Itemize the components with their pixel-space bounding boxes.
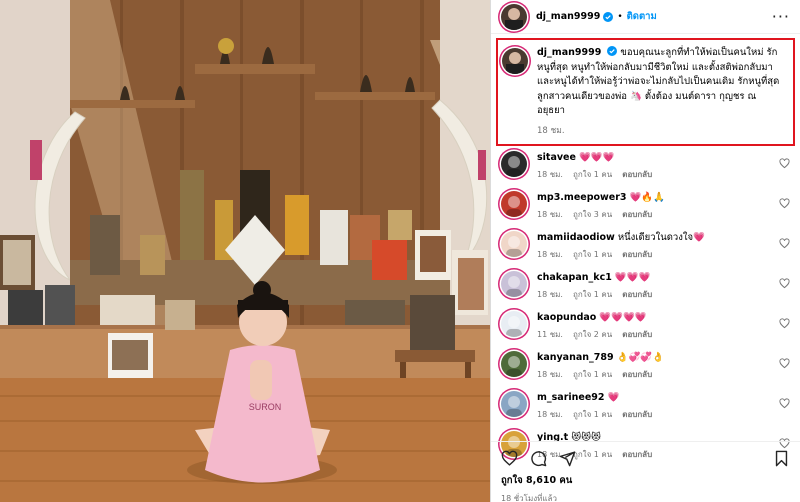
bookmark-icon[interactable] <box>773 450 790 467</box>
comment-text: หนึ่งเดียวในดวงใจ💗 <box>617 232 705 243</box>
author-username[interactable]: dj_man9999 <box>536 11 600 22</box>
comment-text: 💗💗💗💗 <box>599 312 647 323</box>
verified-badge-icon <box>607 46 618 56</box>
follow-button[interactable]: ติดตาม <box>627 9 657 24</box>
reply-button[interactable]: ตอบกลับ <box>622 210 652 219</box>
post-time: 18 ชั่วโมงที่แล้ว <box>501 494 557 502</box>
post-photo[interactable]: SURON <box>0 0 490 502</box>
commenter-username[interactable]: kaopundao <box>537 312 596 323</box>
avatar-image <box>506 276 522 297</box>
comment-like-heart-icon[interactable] <box>779 318 790 329</box>
caption-avatar[interactable] <box>502 48 528 74</box>
avatar-image <box>506 396 522 417</box>
avatar-image <box>506 52 524 74</box>
commenter-username[interactable]: chakapan_kc1 <box>537 272 612 283</box>
comment-item: kanyanan_789 👌💞💞👌 18 ชม. ถูกใจ 1 คน ตอบกลับ <box>501 346 790 386</box>
commenter-username[interactable]: sitavee <box>537 152 576 163</box>
commenter-username[interactable]: kanyanan_789 <box>537 352 614 363</box>
avatar-image <box>506 196 522 217</box>
comment-likes[interactable]: ถูกใจ 1 คน <box>573 290 612 299</box>
comment-likes[interactable]: ถูกใจ 3 คน <box>573 210 612 219</box>
comment-item: mp3.meepower3 💗🔥🙏 18 ชม. ถูกใจ 3 คน ตอบกลับ <box>501 186 790 226</box>
comment-like-heart-icon[interactable] <box>779 358 790 369</box>
comment-like-heart-icon[interactable] <box>779 158 790 169</box>
post-image: SURON <box>0 0 490 502</box>
commenter-username[interactable]: mamiidaodiow <box>537 232 615 243</box>
avatar-image <box>506 356 522 377</box>
comment-time: 18 ชม. <box>537 210 563 219</box>
comment-text: 💗💗💗 <box>614 272 651 283</box>
verified-badge-icon <box>603 11 614 22</box>
comment-like-heart-icon[interactable] <box>779 278 790 289</box>
avatar-image <box>506 236 522 257</box>
comment-likes[interactable]: ถูกใจ 2 คน <box>573 330 612 339</box>
commenter-avatar[interactable] <box>501 231 527 257</box>
comment-item: sitavee 💗💗💗 18 ชม. ถูกใจ 1 คน ตอบกลับ <box>501 146 790 186</box>
comment-item: kaopundao 💗💗💗💗 11 ชม. ถูกใจ 2 คน ตอบกลับ <box>501 306 790 346</box>
comment-likes[interactable]: ถูกใจ 1 คน <box>573 170 612 179</box>
avatar-image <box>506 316 522 337</box>
commenter-username[interactable]: mp3.meepower3 <box>537 192 627 203</box>
avatar-image <box>506 156 522 177</box>
share-icon[interactable] <box>559 450 576 467</box>
comment-likes[interactable]: ถูกใจ 1 คน <box>573 410 612 419</box>
comment-like-heart-icon[interactable] <box>779 238 790 249</box>
commenter-avatar[interactable] <box>501 191 527 217</box>
caption-username[interactable]: dj_man9999 <box>537 47 601 58</box>
reply-button[interactable]: ตอบกลับ <box>622 170 652 179</box>
comment-like-heart-icon[interactable] <box>779 398 790 409</box>
commenter-username[interactable]: m_sarinee92 <box>537 392 605 403</box>
comment-time: 18 ชม. <box>537 250 563 259</box>
comment-text: 👌💞💞👌 <box>616 352 664 363</box>
comment-like-heart-icon[interactable] <box>779 198 790 209</box>
svg-text:SURON: SURON <box>249 402 282 412</box>
avatar-image <box>505 7 523 30</box>
commenter-avatar[interactable] <box>501 391 527 417</box>
caption-time: 18 ชม. <box>537 125 565 136</box>
separator-dot: • <box>617 11 623 22</box>
comments-list: sitavee 💗💗💗 18 ชม. ถูกใจ 1 คน ตอบกลับ mp3.me… <box>491 146 800 466</box>
post-sidebar: dj_man9999 • ติดตาม ··· dj_man9999 ขอบคุ… <box>490 0 800 502</box>
comment-item: m_sarinee92 💗 18 ชม. ถูกใจ 1 คน ตอบกลับ <box>501 386 790 426</box>
commenter-avatar[interactable] <box>501 151 527 177</box>
comment-time: 18 ชม. <box>537 370 563 379</box>
caption: dj_man9999 ขอบคุณนะลูกที่ทำให้พ่อเป็นคนใ… <box>537 46 787 138</box>
comment-text: 💗 <box>607 392 620 403</box>
post-header: dj_man9999 • ติดตาม ··· <box>491 0 800 34</box>
reply-button[interactable]: ตอบกลับ <box>622 330 652 339</box>
comment-time: 18 ชม. <box>537 290 563 299</box>
more-horizontal-icon[interactable]: ··· <box>772 8 790 24</box>
commenter-avatar[interactable] <box>501 351 527 377</box>
reply-button[interactable]: ตอบกลับ <box>622 410 652 419</box>
comment-item: mamiidaodiow หนึ่งเดียวในดวงใจ💗 18 ชม. ถูก… <box>501 226 790 266</box>
like-count[interactable]: ถูกใจ 8,610 คน <box>501 473 790 488</box>
caption-highlight: dj_man9999 ขอบคุณนะลูกที่ทำให้พ่อเป็นคนใ… <box>496 38 795 146</box>
reply-button[interactable]: ตอบกลับ <box>622 250 652 259</box>
author-avatar[interactable] <box>501 3 527 30</box>
comment-text: 💗🔥🙏 <box>629 192 666 203</box>
commenter-avatar[interactable] <box>501 311 527 337</box>
comment-time: 11 ชม. <box>537 330 563 339</box>
action-bar: ถูกใจ 8,610 คน 18 ชั่วโมงที่แล้ว <box>491 441 800 502</box>
comment-time: 18 ชม. <box>537 170 563 179</box>
comment-icon[interactable] <box>530 450 547 467</box>
comment-time: 18 ชม. <box>537 410 563 419</box>
comment-likes[interactable]: ถูกใจ 1 คน <box>573 250 612 259</box>
comment-text: 💗💗💗 <box>578 152 615 163</box>
reply-button[interactable]: ตอบกลับ <box>622 370 652 379</box>
comment-item: chakapan_kc1 💗💗💗 18 ชม. ถูกใจ 1 คน ตอบกลับ <box>501 266 790 306</box>
reply-button[interactable]: ตอบกลับ <box>622 290 652 299</box>
heart-icon[interactable] <box>501 450 518 467</box>
comment-likes[interactable]: ถูกใจ 1 คน <box>573 370 612 379</box>
commenter-avatar[interactable] <box>501 271 527 297</box>
